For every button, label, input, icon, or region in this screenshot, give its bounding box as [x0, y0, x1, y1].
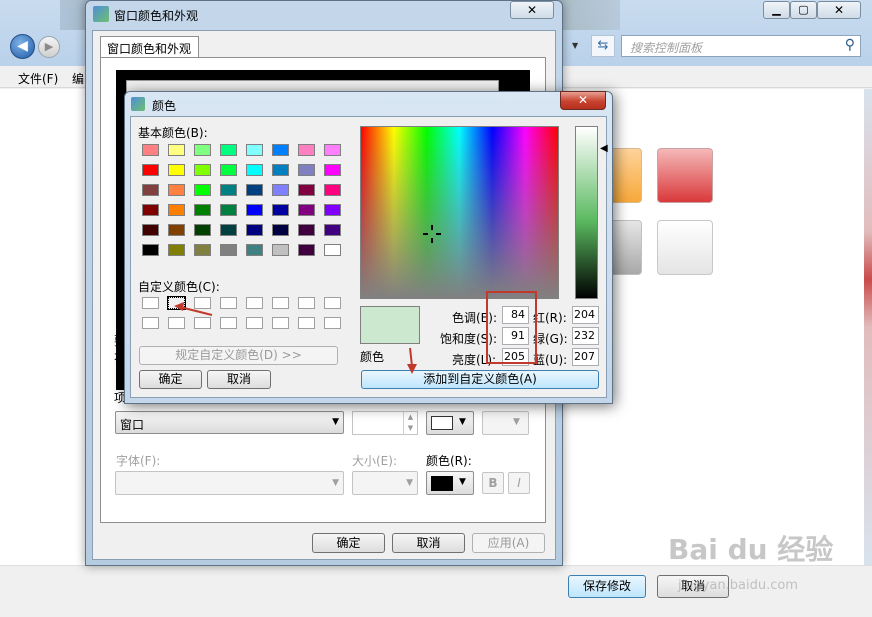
watermark-brand: Bai du 经验: [668, 533, 834, 566]
watermark-url: jingyan.baidu.com: [678, 578, 798, 593]
watermark: Bai du 经验 jingyan.baidu.com: [668, 528, 868, 598]
annotation-arrows: [174, 302, 417, 374]
arrow-head-custom: [174, 302, 184, 311]
arrow-to-add-button: [409, 347, 413, 367]
arrow-head-add: [407, 364, 417, 374]
arrow-to-custom-slot: [179, 306, 213, 316]
